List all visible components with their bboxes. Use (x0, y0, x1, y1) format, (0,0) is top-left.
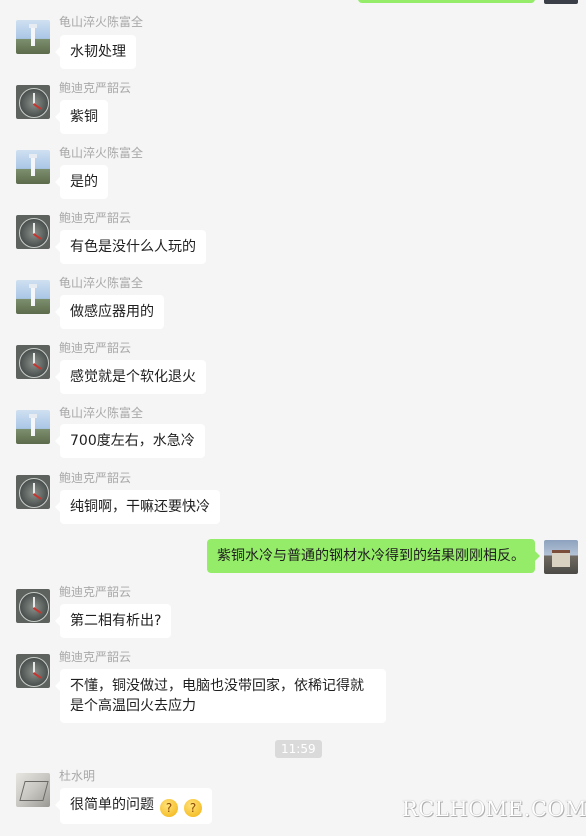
watermark: RCLHOME.COM (402, 797, 586, 821)
message-bubble[interactable]: 紫铜 (55, 100, 108, 134)
sender-name: 鲍迪克严韶云 (59, 211, 132, 225)
message-bubble[interactable]: 有色是没什么人玩的 (55, 230, 206, 264)
sender-name: 杜水明 (59, 769, 96, 783)
sender-name: 龟山淬火陈富全 (59, 15, 144, 29)
message-bubble[interactable]: 700度左右，水急冷 (55, 424, 205, 458)
message-bubble[interactable]: 很简单的问题?? (55, 788, 212, 824)
avatar-self[interactable] (544, 540, 578, 574)
self-avatar-partial[interactable] (544, 0, 578, 4)
message-bubble[interactable]: 不懂，铜没做过，电脑也没带回家，依稀记得就是个高温回火去应力 (55, 669, 386, 723)
avatar-yan-shaoyun[interactable] (16, 475, 50, 509)
chat-window[interactable]: 龟山淬火陈富全 水韧处理 鲍迪克严韶云 紫铜 龟山淬火陈富全 是的 鲍迪克严韶云… (0, 0, 586, 836)
avatar-chen-fuquan[interactable] (16, 150, 50, 184)
previous-self-message-bubble[interactable] (358, 0, 535, 3)
avatar-yan-shaoyun[interactable] (16, 654, 50, 688)
sender-name: 鲍迪克严韶云 (59, 341, 132, 355)
sender-name: 鲍迪克严韶云 (59, 471, 132, 485)
sender-name: 鲍迪克严韶云 (59, 650, 132, 664)
avatar-chen-fuquan[interactable] (16, 280, 50, 314)
avatar-yan-shaoyun[interactable] (16, 589, 50, 623)
message-bubble[interactable]: 纯铜啊，干嘛还要快冷 (55, 490, 220, 524)
sender-name: 鲍迪克严韶云 (59, 585, 132, 599)
message-bubble[interactable]: 感觉就是个软化退火 (55, 360, 206, 394)
avatar-yan-shaoyun[interactable] (16, 85, 50, 119)
avatar-yan-shaoyun[interactable] (16, 345, 50, 379)
sender-name: 龟山淬火陈富全 (59, 276, 144, 290)
thinking-face-icon: ? (184, 799, 202, 817)
message-bubble[interactable]: 做感应器用的 (55, 295, 164, 329)
avatar-chen-fuquan[interactable] (16, 410, 50, 444)
thinking-face-icon: ? (160, 799, 178, 817)
sender-name: 龟山淬火陈富全 (59, 406, 144, 420)
avatar-chen-fuquan[interactable] (16, 20, 50, 54)
avatar-du-shuiming[interactable] (16, 773, 50, 807)
message-bubble[interactable]: 是的 (55, 165, 108, 199)
avatar-yan-shaoyun[interactable] (16, 215, 50, 249)
self-message-bubble[interactable]: 紫铜水冷与普通的钢材水冷得到的结果刚刚相反。 (207, 539, 540, 573)
message-bubble[interactable]: 第二相有析出? (54, 604, 172, 638)
sender-name: 鲍迪克严韶云 (59, 81, 132, 95)
message-text: 很简单的问题 (70, 797, 154, 813)
message-bubble[interactable]: 水韧处理 (55, 35, 136, 69)
sender-name: 龟山淬火陈富全 (59, 146, 144, 160)
timestamp-divider: 11:59 (275, 740, 322, 758)
